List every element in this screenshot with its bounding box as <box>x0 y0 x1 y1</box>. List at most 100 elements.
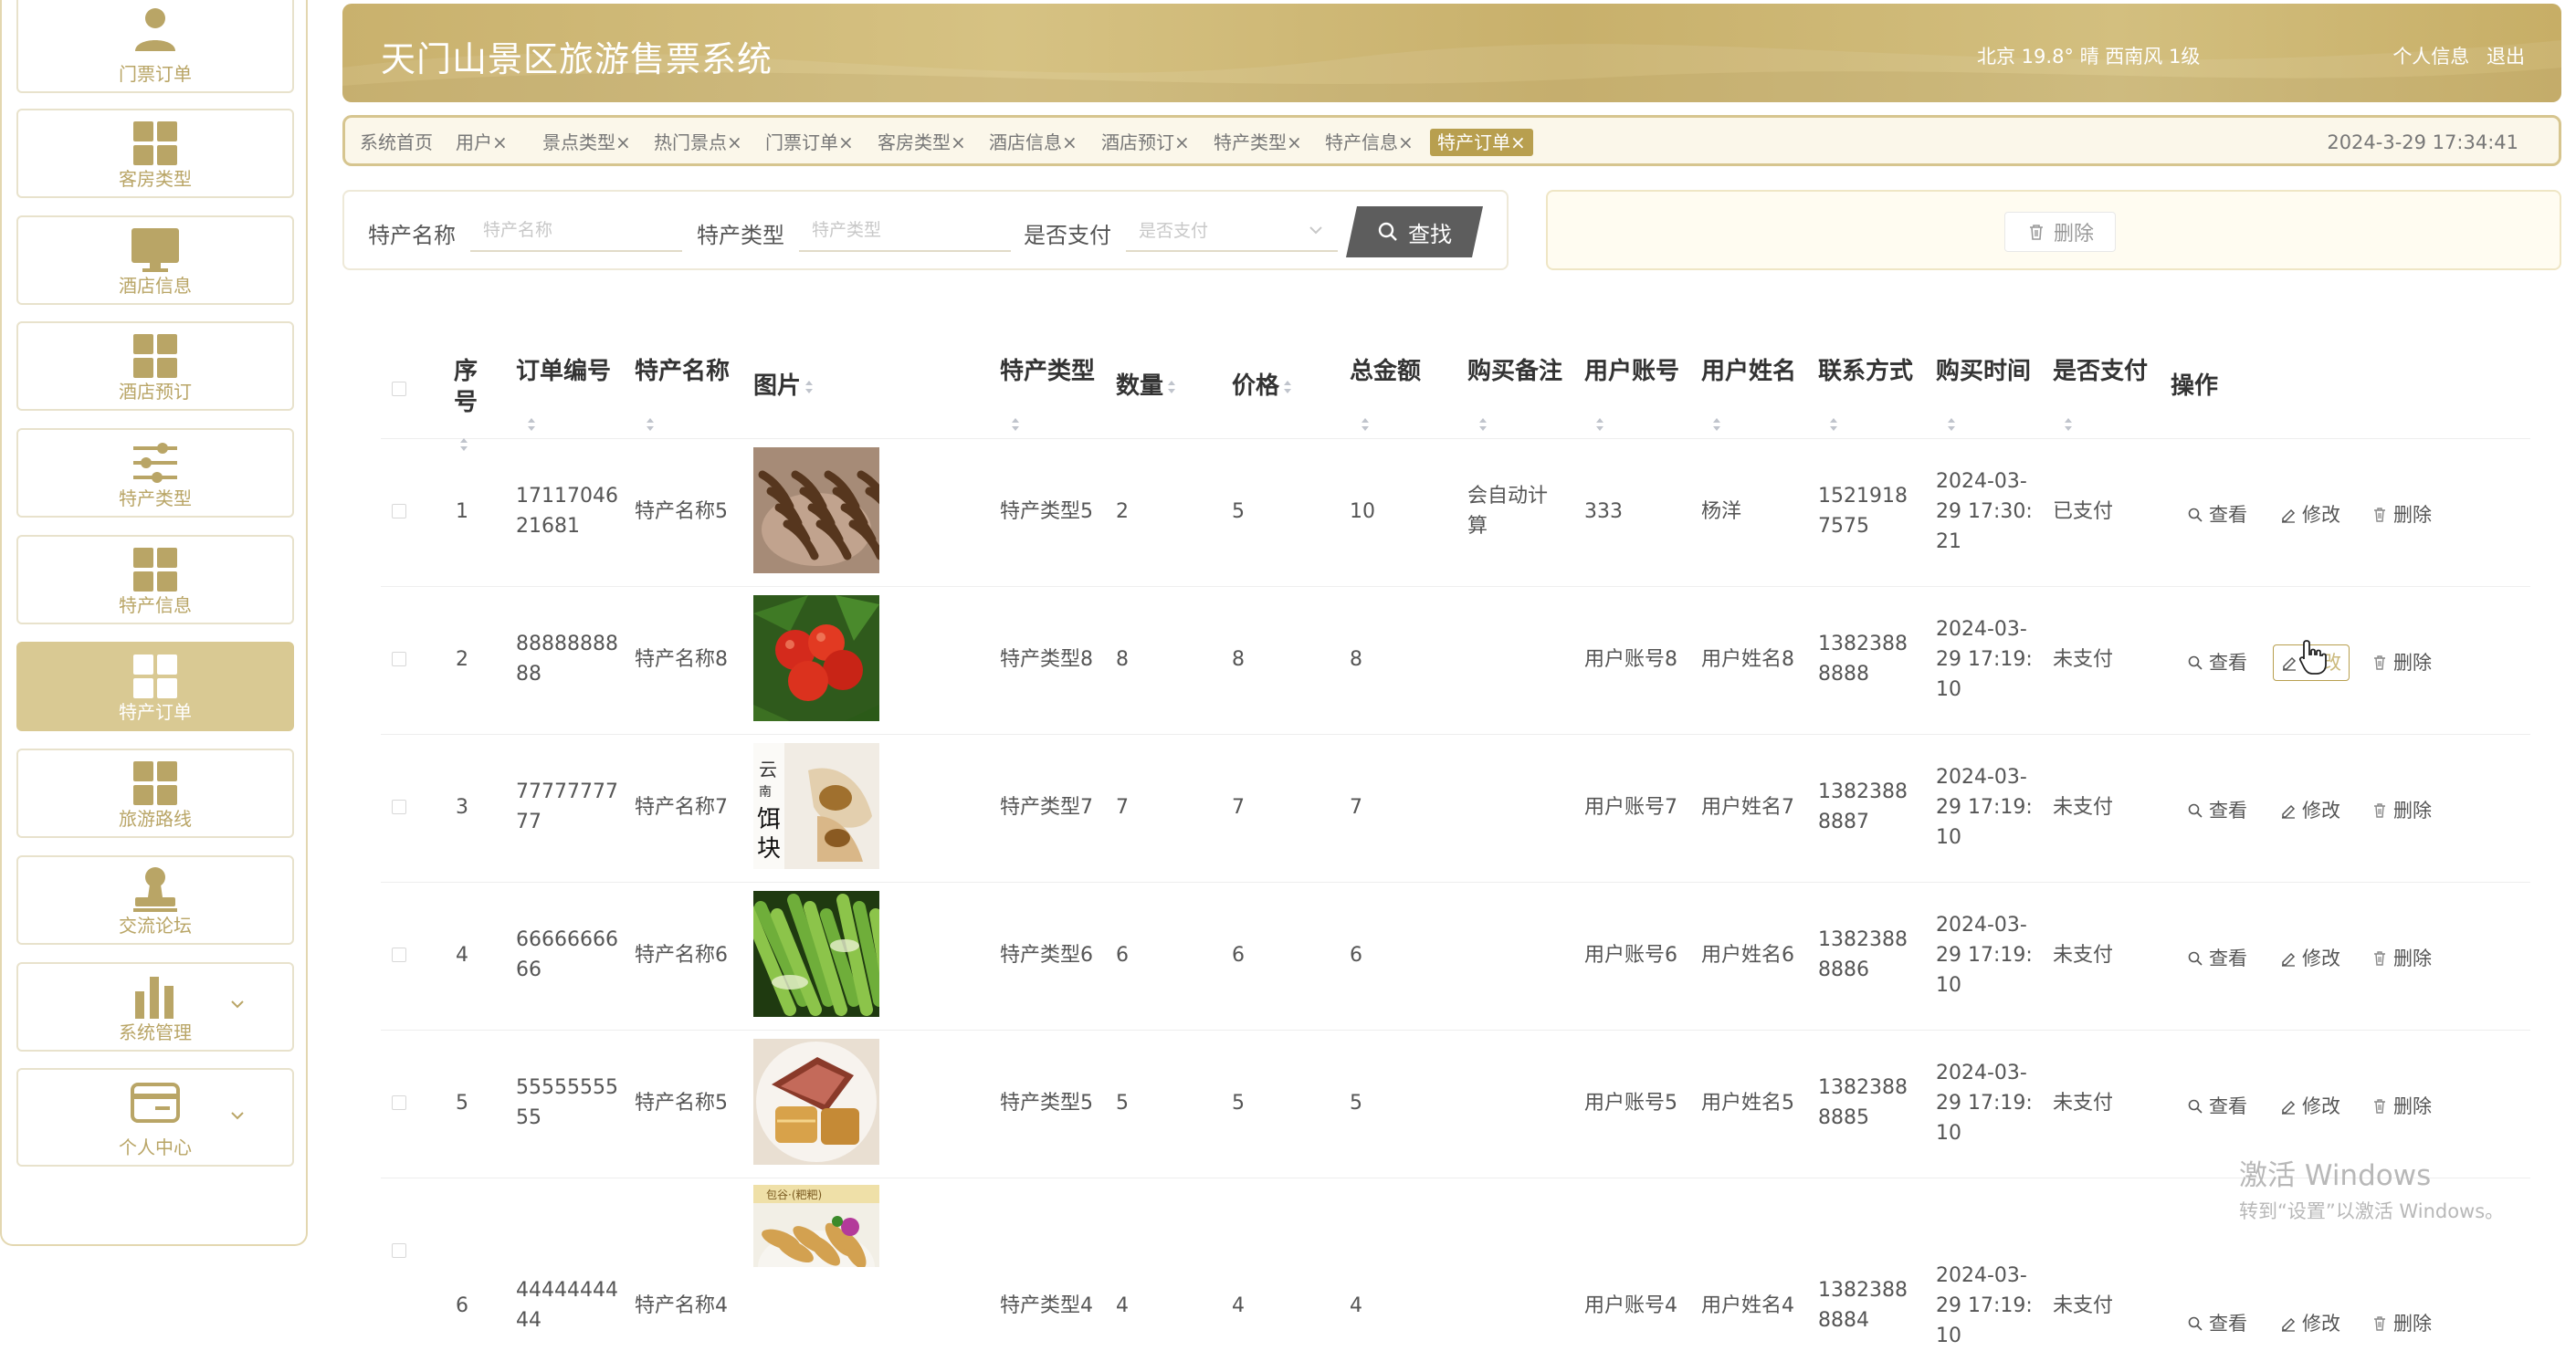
search-button[interactable]: 查找 <box>1346 206 1483 257</box>
windows-watermark: 激活 Windows 转到“设置”以激活 Windows。 <box>2239 1152 2504 1224</box>
row-checkbox[interactable] <box>392 652 406 666</box>
sidebar-item-7[interactable]: 特产订单 <box>16 642 294 731</box>
sort-icon[interactable] <box>1167 372 1176 403</box>
sort-icon[interactable] <box>1595 409 1604 440</box>
column-header-8[interactable]: 总金额 <box>1350 356 1421 431</box>
view-button[interactable]: 查看 <box>2180 940 2255 977</box>
sidebar-item-9[interactable]: 交流论坛 <box>16 855 294 945</box>
column-header-1[interactable]: 序号 <box>454 356 481 451</box>
column-header-3[interactable]: 特产名称 <box>635 356 730 431</box>
sort-icon[interactable] <box>1361 409 1370 440</box>
sidebar-item-1[interactable]: 门票订单 <box>16 0 294 93</box>
sidebar-item-4[interactable]: 酒店预订 <box>16 321 294 411</box>
paid-select[interactable]: 是否支付 <box>1126 210 1338 252</box>
row-checkbox[interactable] <box>392 1243 406 1258</box>
column-header-10[interactable]: 用户账号 <box>1584 356 1679 431</box>
tab-5[interactable]: 门票订单× <box>758 129 861 156</box>
edit-button[interactable]: 修改 <box>2273 940 2348 977</box>
column-header-2[interactable]: 订单编号 <box>516 356 611 431</box>
tab-9[interactable]: 特产类型× <box>1206 129 1309 156</box>
sidebar-item-6[interactable]: 特产信息 <box>16 535 294 624</box>
tab-8[interactable]: 酒店预订× <box>1094 129 1197 156</box>
sort-icon[interactable] <box>2064 409 2073 440</box>
sort-icon[interactable] <box>1478 409 1488 440</box>
sort-icon[interactable] <box>646 409 655 440</box>
sidebar-item-2[interactable]: 客房类型 <box>16 109 294 198</box>
cell-order-no-line: 88 <box>516 663 541 686</box>
view-button-label: 查看 <box>2209 1313 2247 1335</box>
column-header-4[interactable]: 图片 <box>753 371 814 403</box>
row-checkbox[interactable] <box>392 1095 406 1110</box>
column-header-11[interactable]: 用户姓名 <box>1701 356 1796 431</box>
delete-button[interactable]: 删除 <box>2364 1088 2439 1125</box>
user-icon <box>130 5 181 57</box>
select-all-checkbox[interactable] <box>392 382 406 396</box>
cell-order-no: 66666666 66 <box>516 925 618 985</box>
delete-button[interactable]: 删除 <box>2364 644 2439 681</box>
product-image[interactable] <box>753 891 879 1017</box>
row-checkbox[interactable] <box>392 504 406 518</box>
sort-icon[interactable] <box>527 409 536 440</box>
profile-link[interactable]: 个人信息 <box>2392 46 2469 68</box>
cell-order-no: 88888888 88 <box>516 629 618 689</box>
delete-button[interactable]: 删除 <box>2364 1305 2439 1342</box>
edit-button[interactable]: 修改 <box>2273 792 2348 829</box>
cell-account: 用户账号5 <box>1584 1091 1677 1115</box>
cell-username: 用户姓名6 <box>1701 943 1794 967</box>
sort-icon[interactable] <box>804 372 814 403</box>
name-input[interactable] <box>470 210 682 252</box>
column-header-9[interactable]: 购买备注 <box>1467 356 1562 431</box>
view-button[interactable]: 查看 <box>2180 1305 2255 1342</box>
tab-2[interactable]: 用户× <box>448 129 515 156</box>
sidebar-item-5[interactable]: 特产类型 <box>16 428 294 518</box>
edit-button[interactable]: 修改 <box>2273 1305 2348 1342</box>
sidebar-item-8[interactable]: 旅游路线 <box>16 749 294 838</box>
column-header-6[interactable]: 数量 <box>1116 371 1176 403</box>
svg-text:包谷·(粑粑): 包谷·(粑粑) <box>766 1189 822 1201</box>
sidebar-item-11[interactable]: 个人中心 <box>16 1068 294 1167</box>
sort-icon[interactable] <box>1011 409 1020 440</box>
batch-delete-button[interactable]: 删除 <box>2004 212 2116 252</box>
sidebar-item-10[interactable]: 系统管理 <box>16 962 294 1052</box>
product-image[interactable] <box>753 447 879 573</box>
product-image[interactable]: 云南饵块 <box>753 743 879 869</box>
column-header-12[interactable]: 联系方式 <box>1818 356 1913 431</box>
view-button[interactable]: 查看 <box>2180 497 2255 533</box>
tab-4[interactable]: 热门景点× <box>647 129 750 156</box>
type-input[interactable] <box>799 210 1011 252</box>
delete-button[interactable]: 删除 <box>2364 940 2439 977</box>
tab-6[interactable]: 客房类型× <box>870 129 973 156</box>
sort-icon[interactable] <box>1829 409 1838 440</box>
product-image[interactable] <box>753 595 879 721</box>
tab-3[interactable]: 景点类型× <box>535 129 638 156</box>
column-header-13[interactable]: 购买时间 <box>1936 356 2031 431</box>
sort-icon[interactable] <box>1947 409 1956 440</box>
column-header-7[interactable]: 价格 <box>1232 371 1292 403</box>
edit-icon <box>2281 655 2297 671</box>
trash-icon <box>2371 1098 2388 1115</box>
cell-type: 特产类型5 <box>1000 1091 1093 1115</box>
sort-icon[interactable] <box>1712 409 1721 440</box>
view-button[interactable]: 查看 <box>2180 644 2255 681</box>
tab-1[interactable]: 系统首页 <box>352 129 440 156</box>
view-button[interactable]: 查看 <box>2180 1088 2255 1125</box>
tab-11[interactable]: 特产订单× <box>1430 129 1533 156</box>
delete-button[interactable]: 删除 <box>2364 792 2439 829</box>
row-checkbox[interactable] <box>392 800 406 814</box>
tab-7[interactable]: 酒店信息× <box>982 129 1085 156</box>
edit-button[interactable]: 修改 <box>2273 497 2348 533</box>
logout-link[interactable]: 退出 <box>2487 46 2525 68</box>
sidebar-item-3[interactable]: 酒店信息 <box>16 215 294 305</box>
edit-button[interactable]: 修改 <box>2273 1088 2348 1125</box>
sort-icon[interactable] <box>1283 372 1292 403</box>
column-header-5[interactable]: 特产类型 <box>1000 356 1095 431</box>
cell-total: 5 <box>1350 1091 1362 1115</box>
view-button[interactable]: 查看 <box>2180 792 2255 829</box>
trash-icon <box>2029 225 2043 240</box>
product-image[interactable] <box>753 1039 879 1165</box>
tab-10[interactable]: 特产信息× <box>1318 129 1421 156</box>
row-checkbox[interactable] <box>392 948 406 962</box>
column-header-14[interactable]: 是否支付 <box>2053 356 2148 431</box>
cell-order-no-line: 77 <box>516 811 541 833</box>
delete-button[interactable]: 删除 <box>2364 497 2439 533</box>
